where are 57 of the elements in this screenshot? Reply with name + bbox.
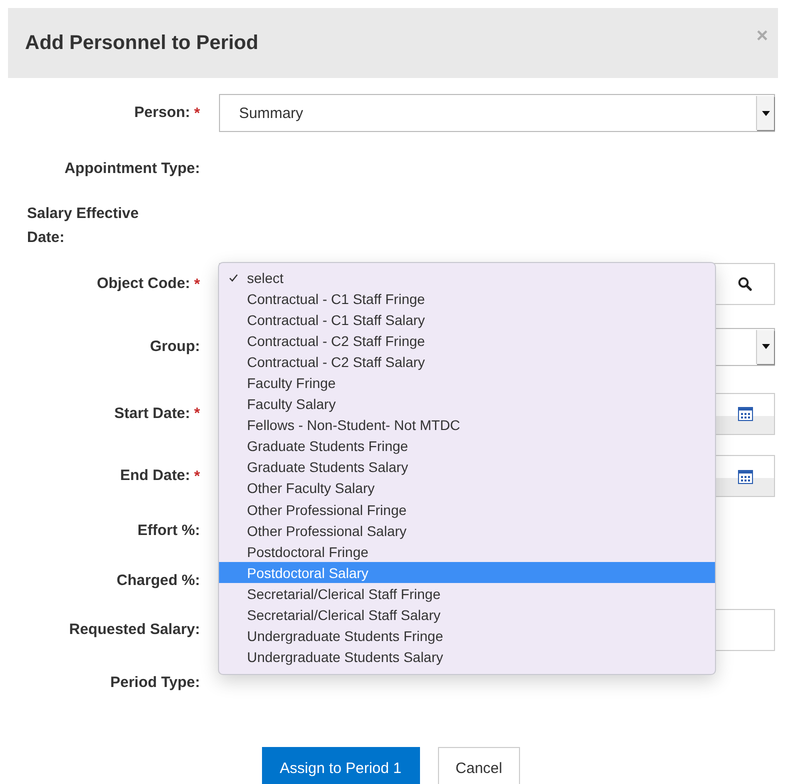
field-label: Object Code:	[96, 274, 190, 294]
option-label: Other Professional Fringe	[247, 502, 407, 518]
option-label: Contractual - C2 Staff Salary	[247, 354, 425, 370]
dropdown-option[interactable]: Fellows - Non-Student- Not MTDC	[219, 414, 715, 436]
dropdown-option[interactable]: Contractual - C1 Staff Fringe	[219, 288, 715, 310]
field-label: Requested Salary:	[69, 620, 200, 640]
required-marker: *	[194, 405, 200, 422]
option-label: Fellows - Non-Student- Not MTDC	[247, 417, 460, 434]
option-label: Graduate Students Salary	[247, 459, 408, 476]
dropdown-option[interactable]: Postdoctoral Fringe	[219, 541, 715, 562]
field-label: End Date:	[120, 466, 190, 486]
option-label: Faculty Salary	[247, 396, 336, 412]
option-label: Other Professional Salary	[247, 522, 407, 539]
field-label: Period Type:	[110, 673, 200, 693]
option-label: Contractual - C1 Staff Salary	[247, 312, 425, 328]
field-label: Effort %:	[138, 521, 200, 541]
option-label: Contractual - C1 Staff Fringe	[247, 290, 425, 307]
option-label: Contractual - C2 Staff Fringe	[247, 332, 425, 349]
dropdown-option[interactable]: Other Professional Salary	[219, 520, 715, 542]
dropdown-option[interactable]: Other Professional Fringe	[219, 499, 715, 520]
dropdown-option[interactable]: Contractual - C2 Staff Fringe	[219, 330, 715, 352]
dropdown-option[interactable]: Other Faculty Salary	[219, 478, 715, 500]
dropdown-option[interactable]: Contractual - C2 Staff Salary	[219, 351, 715, 372]
required-marker: *	[194, 276, 200, 292]
field-label: Salary Effective Date:	[27, 204, 140, 248]
field-label: Group:	[150, 336, 200, 356]
option-label: select	[247, 270, 284, 286]
dropdown-option[interactable]: Secretarial/Clerical Staff Salary	[219, 604, 715, 626]
assign-button[interactable]: Assign to Period 1	[262, 747, 420, 784]
field-label: Person:	[134, 103, 190, 123]
dropdown-option[interactable]: Graduate Students Salary	[219, 456, 715, 478]
field-label: Charged %:	[116, 570, 200, 590]
dropdown-option[interactable]: Graduate Students Fringe	[219, 436, 715, 457]
dropdown-option[interactable]: Contractual - C1 Staff Salary	[219, 309, 715, 330]
option-label: Secretarial/Clerical Staff Fringe	[247, 586, 440, 602]
option-label: Other Faculty Salary	[247, 480, 375, 496]
field-label: Appointment Type:	[64, 158, 200, 178]
dropdown-option[interactable]: Secretarial/Clerical Staff Fringe	[219, 583, 715, 604]
select-value: Summary	[238, 104, 304, 122]
required-marker: *	[194, 104, 200, 122]
dropdown-option[interactable]: select	[219, 267, 715, 288]
option-label: Undergraduate Students Salary	[247, 649, 444, 666]
select-field[interactable]: Summary	[219, 94, 775, 132]
cancel-button[interactable]: Cancel	[438, 747, 520, 784]
option-label: Graduate Students Fringe	[247, 438, 408, 454]
dropdown-option[interactable]: Faculty Salary	[219, 394, 715, 415]
dropdown-option[interactable]: Undergraduate Students Salary	[219, 646, 715, 668]
field-label: Start Date:	[114, 404, 190, 424]
option-label: Secretarial/Clerical Staff Salary	[247, 607, 440, 624]
option-label: Faculty Fringe	[247, 375, 336, 392]
required-marker: *	[194, 468, 200, 484]
dropdown-option[interactable]: Undergraduate Students Fringe	[219, 626, 715, 647]
dialog-title: Add Personnel to Period	[25, 32, 258, 54]
dropdown-option[interactable]: Faculty Fringe	[219, 372, 715, 394]
option-label: Postdoctoral Fringe	[247, 544, 368, 560]
option-label: Undergraduate Students Fringe	[247, 628, 444, 644]
option-label: Postdoctoral Salary	[247, 564, 368, 581]
